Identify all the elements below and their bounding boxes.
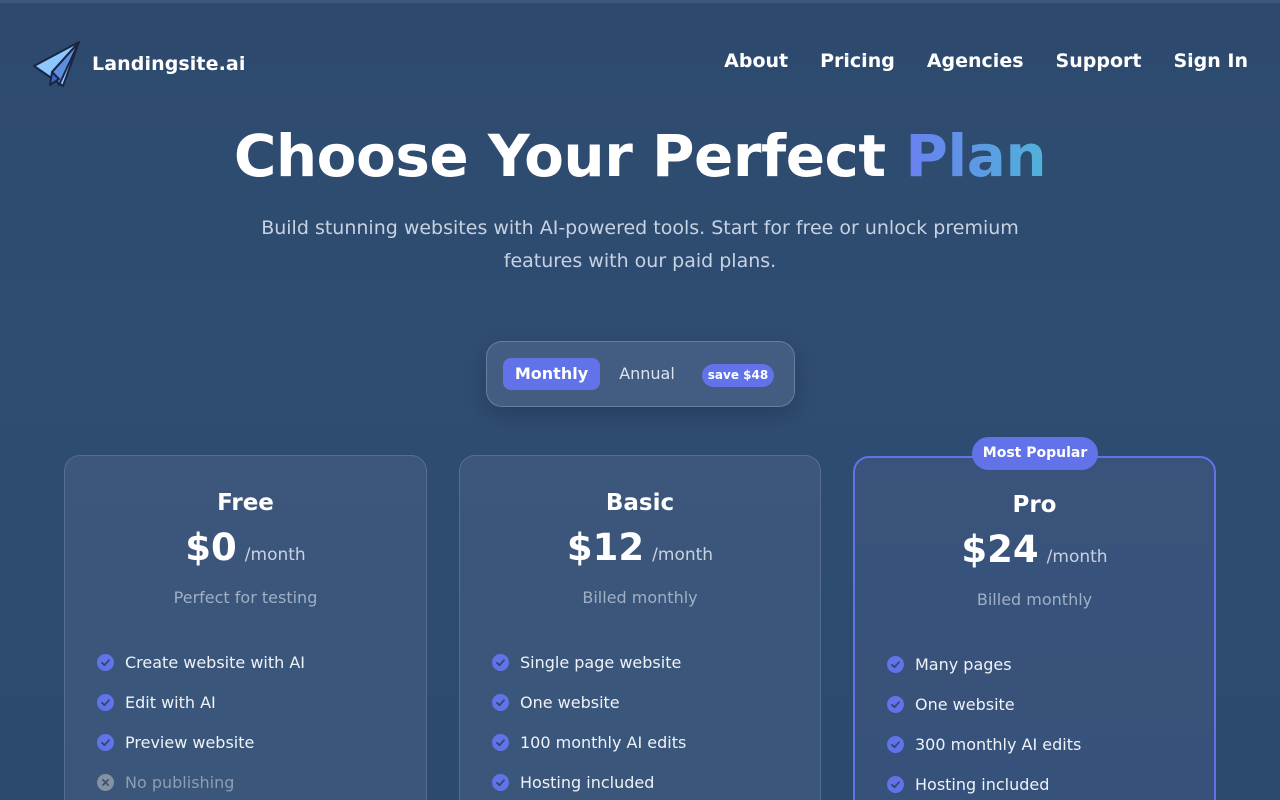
feature-item: Preview website bbox=[97, 722, 305, 762]
save-badge: save $48 bbox=[702, 364, 774, 387]
plan-period: /month bbox=[244, 545, 306, 565]
nav-link-pricing[interactable]: Pricing bbox=[820, 50, 895, 72]
check-circle-icon bbox=[492, 693, 509, 711]
plan-price: $24 bbox=[961, 528, 1039, 571]
brand-logo-link[interactable]: Landingsite.ai bbox=[32, 38, 245, 90]
feature-label: No publishing bbox=[125, 772, 235, 792]
page-title: Choose Your Perfect Plan bbox=[0, 122, 1280, 190]
plan-note: Billed monthly bbox=[976, 590, 1093, 609]
paper-plane-icon bbox=[33, 41, 80, 87]
feature-label: Many pages bbox=[915, 654, 1012, 674]
feature-label: One website bbox=[915, 694, 1015, 714]
check-circle-icon bbox=[492, 733, 509, 751]
plan-price: $0 bbox=[185, 526, 237, 569]
plan-note: Perfect for testing bbox=[173, 588, 318, 607]
main-nav: About Pricing Agencies Support Sign In bbox=[692, 50, 1248, 72]
nav-link-agencies[interactable]: Agencies bbox=[927, 50, 1024, 72]
feature-label: One website bbox=[520, 692, 620, 712]
plan-name: Free bbox=[217, 490, 274, 516]
feature-list: Single page website One website 100 mont… bbox=[492, 642, 686, 800]
feature-item: 300 monthly AI edits bbox=[887, 724, 1081, 764]
feature-label: Preview website bbox=[125, 732, 255, 752]
plan-card-basic: Basic $12/month Billed monthly Single pa… bbox=[459, 455, 821, 800]
feature-item: No publishing bbox=[97, 762, 305, 800]
feature-item: Many pages bbox=[887, 644, 1081, 684]
plan-card-free: Free $0/month Perfect for testing Create… bbox=[64, 455, 427, 800]
billing-toggle: Monthly Annual save $48 bbox=[486, 341, 795, 407]
feature-item: 100 monthly AI edits bbox=[492, 722, 686, 762]
nav-link-sign-in[interactable]: Sign In bbox=[1173, 50, 1248, 72]
check-circle-icon bbox=[492, 773, 509, 791]
x-circle-icon bbox=[97, 773, 114, 791]
feature-label: Hosting included bbox=[915, 774, 1050, 794]
check-circle-icon bbox=[887, 695, 904, 713]
feature-item: One website bbox=[492, 682, 686, 722]
plan-name: Pro bbox=[1012, 492, 1057, 518]
feature-label: Create website with AI bbox=[125, 652, 306, 672]
feature-item: One website bbox=[887, 684, 1081, 724]
page-title-main: Choose Your Perfect bbox=[233, 122, 906, 190]
feature-item: Hosting included bbox=[887, 764, 1081, 800]
check-circle-icon bbox=[887, 735, 904, 753]
price-row: $24/month bbox=[855, 528, 1214, 571]
feature-label: Hosting included bbox=[520, 772, 655, 792]
feature-label: Edit with AI bbox=[125, 692, 216, 712]
plan-period: /month bbox=[1046, 547, 1108, 567]
check-circle-icon bbox=[887, 775, 904, 793]
nav-link-about[interactable]: About bbox=[724, 50, 788, 72]
brand-name: Landingsite.ai bbox=[92, 53, 246, 75]
plan-note: Billed monthly bbox=[582, 588, 698, 607]
plan-price: $12 bbox=[566, 526, 645, 569]
check-circle-icon bbox=[97, 653, 114, 671]
billing-monthly-button[interactable]: Monthly bbox=[503, 358, 600, 390]
check-circle-icon bbox=[97, 693, 114, 711]
plan-period: /month bbox=[652, 545, 714, 565]
site-header: Landingsite.ai About Pricing Agencies Su… bbox=[0, 0, 1280, 128]
feature-list: Create website with AI Edit with AI Prev… bbox=[97, 642, 305, 800]
plan-card-pro: Pro $24/month Billed monthly Many pages … bbox=[853, 456, 1216, 800]
check-circle-icon bbox=[887, 655, 904, 673]
page-title-accent: Plan bbox=[905, 122, 1047, 190]
check-circle-icon bbox=[492, 653, 509, 671]
feature-label: 100 monthly AI edits bbox=[520, 732, 687, 752]
feature-item: Single page website bbox=[492, 642, 686, 682]
feature-list: Many pages One website 300 monthly AI ed… bbox=[887, 644, 1081, 800]
most-popular-badge: Most Popular bbox=[972, 437, 1098, 470]
page-subtitle: Build stunning websites with AI-powered … bbox=[261, 217, 1019, 272]
feature-label: 300 monthly AI edits bbox=[915, 734, 1082, 754]
feature-item: Edit with AI bbox=[97, 682, 305, 722]
nav-link-support[interactable]: Support bbox=[1056, 50, 1142, 72]
feature-item: Hosting included bbox=[492, 762, 686, 800]
check-circle-icon bbox=[97, 733, 114, 751]
plan-name: Basic bbox=[605, 490, 675, 516]
billing-annual-button[interactable]: Annual bbox=[605, 358, 689, 390]
price-row: $12/month bbox=[460, 526, 820, 569]
feature-label: Single page website bbox=[520, 652, 682, 672]
feature-item: Create website with AI bbox=[97, 642, 305, 682]
price-row: $0/month bbox=[65, 526, 426, 569]
